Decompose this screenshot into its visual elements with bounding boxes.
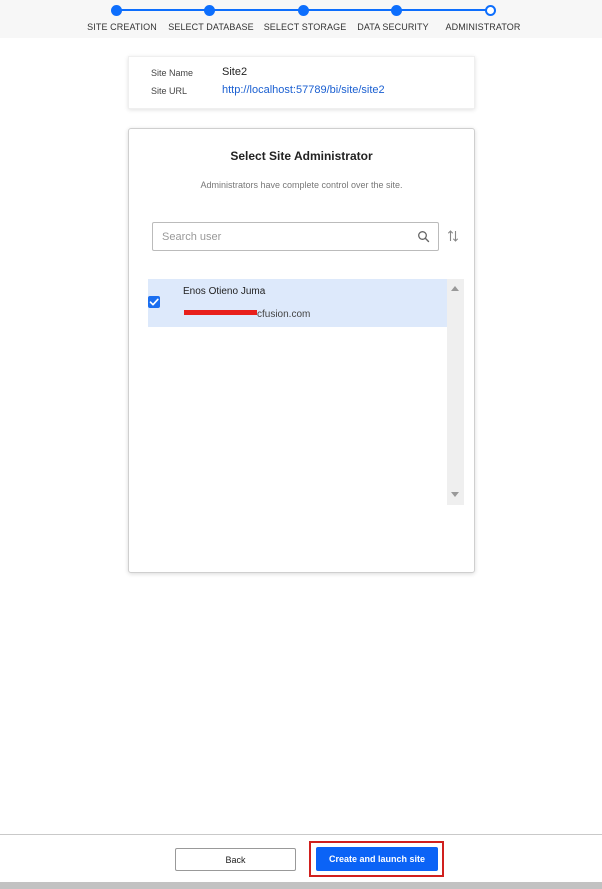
site-url-link[interactable]: http://localhost:57789/bi/site/site2 [222,84,385,96]
sort-icon[interactable] [446,229,460,243]
create-and-launch-site-button[interactable]: Create and launch site [316,847,438,871]
wizard-stepper: SITE CREATION SELECT DATABASE SELECT STO… [0,0,602,38]
bottom-scroll-strip [0,882,602,889]
site-name-label: Site Name [151,68,194,78]
search-user-input[interactable] [152,222,439,251]
step-label-administrator: ADMINISTRATOR [445,22,521,32]
scroll-down-arrow-icon[interactable] [451,492,459,497]
user-email: cfusion.com [257,309,311,320]
step-label-data-security: DATA SECURITY [357,22,429,32]
site-url-label: Site URL [151,86,188,96]
step-dot-administrator[interactable] [485,5,496,16]
step-dot-site-creation[interactable] [111,5,122,16]
site-name-value: Site2 [222,66,248,78]
step-label-select-database: SELECT DATABASE [168,22,254,32]
user-list-scrollbar[interactable] [447,279,464,505]
admin-selection-panel: Select Site Administrator Administrators… [128,128,475,573]
user-name: Enos Otieno Juma [183,286,266,297]
panel-subtitle: Administrators have complete control ove… [200,180,403,190]
redaction-mark [184,310,257,315]
step-label-select-storage: SELECT STORAGE [263,22,347,32]
search-icon[interactable] [417,230,430,243]
user-list-item[interactable]: Enos Otieno Juma cfusion.com [148,279,447,327]
panel-title: Select Site Administrator [230,149,373,163]
footer-bar: Back Create and launch site [0,834,602,882]
step-label-site-creation: SITE CREATION [87,22,157,32]
user-list: Enos Otieno Juma cfusion.com [148,279,464,505]
step-dot-select-database[interactable] [204,5,215,16]
site-info-card: Site Name Site2 Site URL http://localhos… [128,56,475,109]
scroll-up-arrow-icon[interactable] [451,286,459,291]
step-dot-select-storage[interactable] [298,5,309,16]
step-dot-data-security[interactable] [391,5,402,16]
user-checkbox-checked[interactable] [148,296,160,308]
back-button[interactable]: Back [175,848,296,871]
